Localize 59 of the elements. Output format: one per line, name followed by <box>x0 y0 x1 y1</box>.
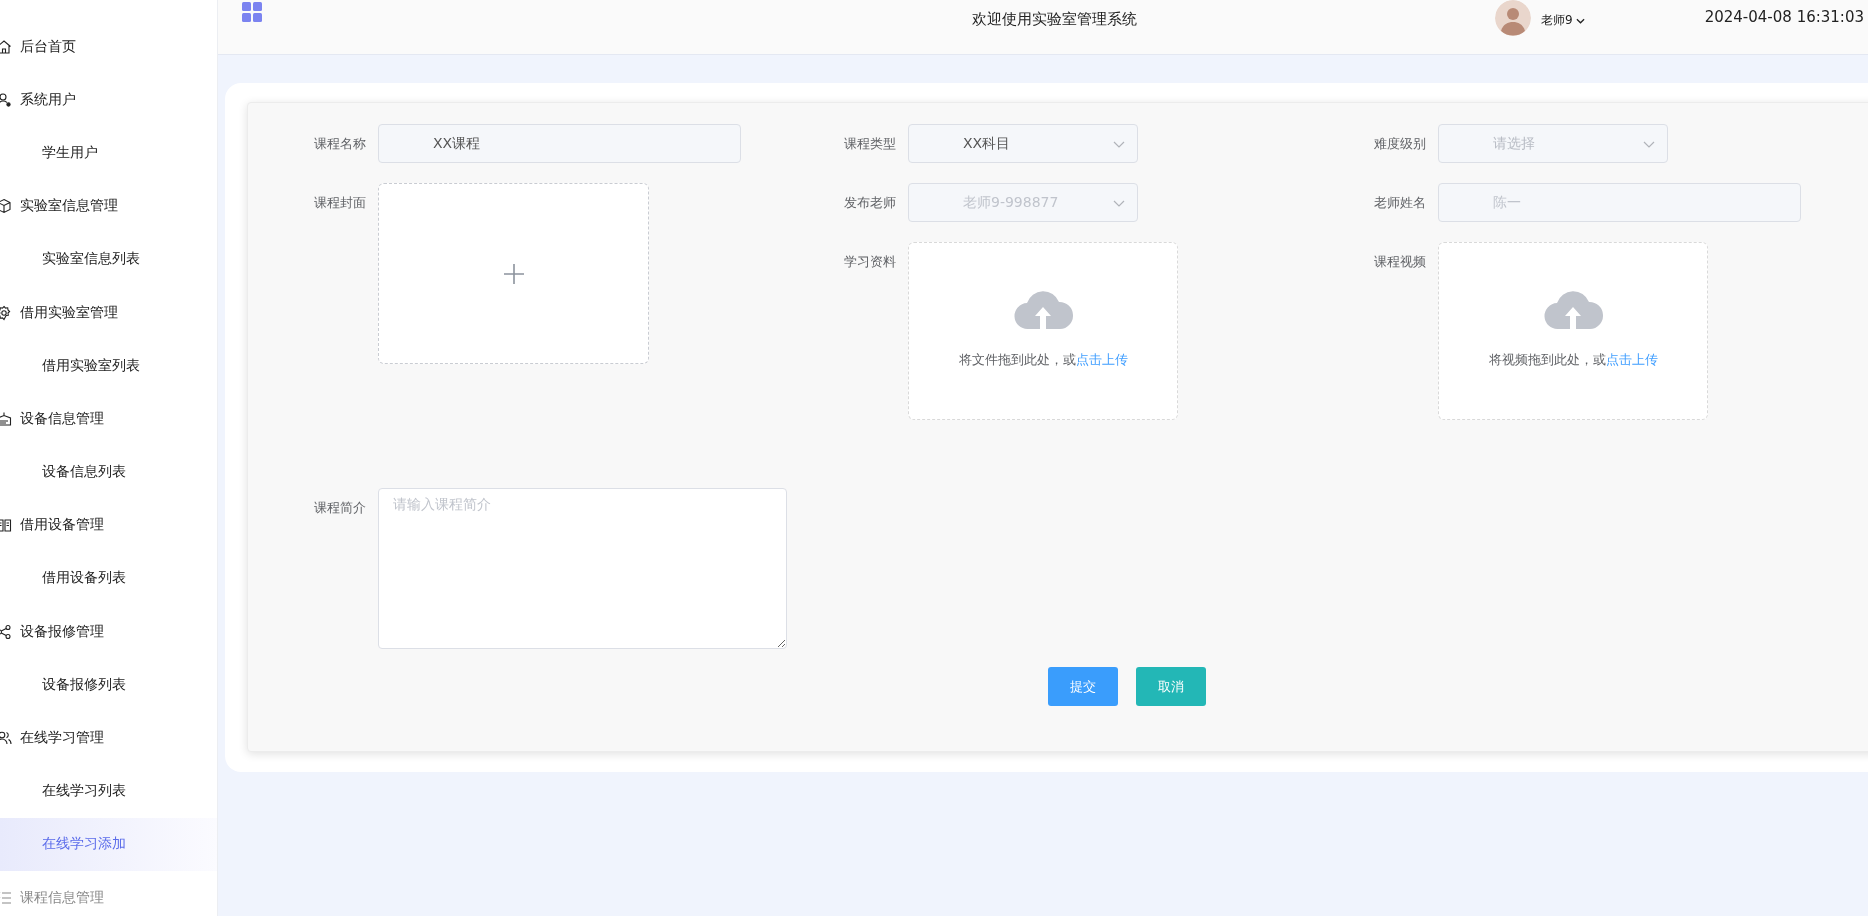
field-label: 课程视频 <box>1373 253 1427 271</box>
submenu-item[interactable]: 借用设备列表 <box>0 551 217 606</box>
cube-icon <box>0 198 12 215</box>
upload-hint: 将视频拖到此处，或点击上传 <box>1488 351 1658 369</box>
apps-icon[interactable] <box>242 2 262 22</box>
user-icon <box>0 91 12 108</box>
submenu-item[interactable]: 设备报修列表 <box>0 658 217 712</box>
menu-item[interactable]: 借用实验室管理 <box>0 285 217 340</box>
submenu-item[interactable]: 实验室信息列表 <box>0 232 217 286</box>
menu-label: 设备信息管理 <box>20 409 104 428</box>
gear-icon <box>0 304 12 321</box>
select-field[interactable]: XX科目 <box>908 124 1138 163</box>
datetime: 2024-04-08 16:31:03 <box>1704 8 1864 26</box>
users-icon <box>0 730 12 747</box>
chevron-down-icon[interactable] <box>1113 141 1125 148</box>
submenu-item[interactable]: 在线学习列表 <box>0 764 217 818</box>
caret-icon[interactable] <box>1575 18 1585 24</box>
menu-item[interactable]: 后台首页 <box>0 20 217 74</box>
upload-dropzone[interactable]: 将视频拖到此处，或点击上传 <box>1438 242 1708 420</box>
submenu-item[interactable]: 学生用户 <box>0 126 217 180</box>
sign-icon <box>0 410 12 427</box>
image-upload-box[interactable] <box>378 183 649 364</box>
home-icon <box>0 38 12 55</box>
menu-label: 借用设备管理 <box>20 516 104 535</box>
page-title: 欢迎使用实验室管理系统 <box>972 10 1137 29</box>
menu-label: 实验室信息管理 <box>20 197 118 216</box>
menu-item[interactable]: 借用设备管理 <box>0 498 217 552</box>
field-label: 发布老师 <box>843 194 897 212</box>
menu-label: 课程信息管理 <box>20 888 104 907</box>
menu-label: 在线学习管理 <box>20 729 104 748</box>
submenu-item[interactable]: 在线学习添加 <box>0 817 217 871</box>
field-label: 课程封面 <box>313 194 367 212</box>
textarea-field[interactable]: 请输入课程简介 <box>378 488 787 649</box>
field-label: 课程名称 <box>313 135 367 153</box>
avatar[interactable] <box>1495 0 1532 36</box>
field-label: 学习资料 <box>843 253 897 271</box>
chevron-down-icon[interactable] <box>1643 141 1655 148</box>
book-icon <box>0 517 12 534</box>
field-label: 难度级别 <box>1373 135 1427 153</box>
submenu-item[interactable]: 设备信息列表 <box>0 445 217 499</box>
menu-label: 借用实验室管理 <box>20 303 118 322</box>
upload-dropzone[interactable]: 将文件拖到此处，或点击上传 <box>908 242 1178 420</box>
field-label: 老师姓名 <box>1373 194 1427 212</box>
menu-label: 设备报修管理 <box>20 622 104 641</box>
menu-item[interactable]: 系统用户 <box>0 73 217 127</box>
list-icon <box>0 889 12 906</box>
menu-label: 系统用户 <box>20 90 76 109</box>
menu-label: 后台首页 <box>20 37 76 56</box>
field-label: 课程类型 <box>843 135 897 153</box>
menu-item[interactable]: 在线学习管理 <box>0 711 217 765</box>
menu-item[interactable]: 实验室信息管理 <box>0 179 217 233</box>
menu-item[interactable]: 设备报修管理 <box>0 605 217 659</box>
user-name[interactable]: 老师9 <box>1541 11 1573 29</box>
share-icon <box>0 623 12 640</box>
upload-hint: 将文件拖到此处，或点击上传 <box>958 351 1128 369</box>
text-field[interactable]: XX课程 <box>378 124 741 163</box>
field-label: 课程简介 <box>313 499 367 517</box>
menu-item[interactable]: 设备信息管理 <box>0 392 217 446</box>
submenu-item[interactable]: 借用实验室列表 <box>0 339 217 393</box>
